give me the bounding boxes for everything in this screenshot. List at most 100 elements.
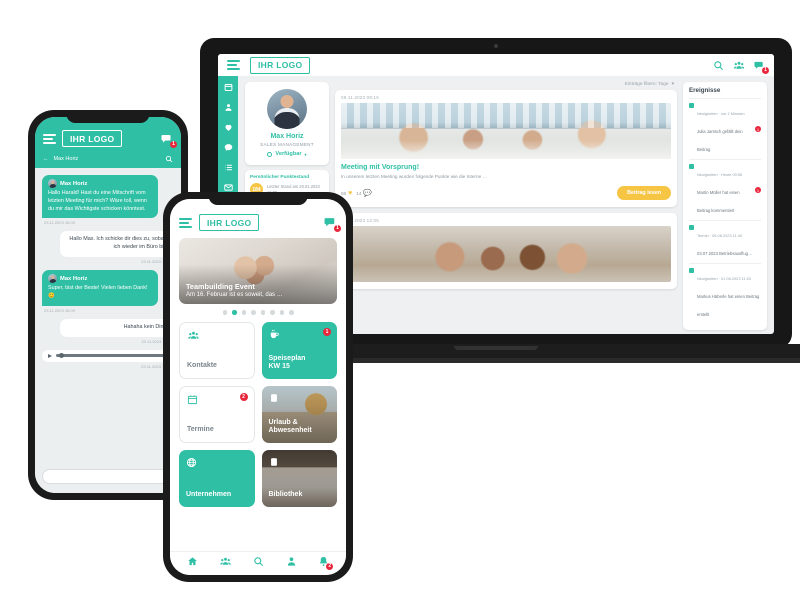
hero-carousel-slide[interactable]: Teambuilding Event Am 16. Februar ist es… xyxy=(179,238,337,304)
bell-icon[interactable]: 2 xyxy=(318,556,334,570)
carousel-dot[interactable] xyxy=(289,310,294,315)
event-text: Martin Müller hat einen Beitrag kommenti… xyxy=(697,190,740,213)
tile-speiseplan[interactable]: 1 Speiseplan KW 15 xyxy=(261,321,337,379)
chat-icon[interactable]: 1 xyxy=(324,216,341,232)
event-meta: Neuigkeiten · 01.08.2023 11:53 xyxy=(697,276,752,281)
status-label: Verfügbar xyxy=(275,151,302,158)
post-image xyxy=(341,226,671,283)
person-icon[interactable] xyxy=(286,556,297,567)
message-timestamp: 23.11.2023 15:07 xyxy=(141,259,172,265)
profile-card: Max Horiz SALES MANAGEMENT Verfügbar ▾ xyxy=(245,82,329,166)
app-logo: IHR LOGO xyxy=(62,130,123,147)
list-icon[interactable] xyxy=(224,163,233,172)
tile-label: Urlaub & Abwesenheit xyxy=(268,418,312,435)
chat-message-incoming: Max Horiz Hallo Harald! Hast du eine Mit… xyxy=(42,175,159,219)
person-icon[interactable] xyxy=(224,103,233,112)
carousel-dot[interactable] xyxy=(251,310,256,315)
carousel-dot[interactable] xyxy=(279,310,284,315)
chat-icon[interactable]: 1 xyxy=(754,60,769,74)
carousel-dot[interactable] xyxy=(260,310,265,315)
list-item[interactable]: Neuigkeiten · vor 2 Minuten Julia Jantsc… xyxy=(689,98,761,159)
event-meta: Neuigkeiten · vor 2 Minuten xyxy=(697,111,745,116)
like-counter[interactable]: 58 ♥ xyxy=(341,190,352,197)
topbar-icon-group: 1 xyxy=(713,60,769,74)
phone-notch xyxy=(66,110,150,123)
note-icon xyxy=(269,393,331,403)
chat-badge: 1 xyxy=(762,66,769,74)
post-timestamp: 09.11.2023 12:05 xyxy=(341,218,379,224)
ereignisse-heading: Ereignisse xyxy=(689,87,721,94)
hamburger-menu-icon[interactable] xyxy=(227,60,240,70)
hamburger-menu-icon[interactable] xyxy=(43,133,56,144)
status-selector[interactable]: Verfügbar ▾ xyxy=(251,151,323,157)
carousel-dot[interactable] xyxy=(270,310,275,315)
feed-column: Einträge filtern: Tage ▾ 09.11.2023 09:1… xyxy=(335,82,677,334)
voice-message-player[interactable] xyxy=(42,349,174,362)
avatar xyxy=(48,179,57,188)
carousel-dot[interactable] xyxy=(222,310,227,315)
hamburger-menu-icon[interactable] xyxy=(179,217,192,228)
mail-icon[interactable] xyxy=(223,183,233,192)
comment-counter[interactable]: 14 💬 xyxy=(356,190,372,197)
tile-termine[interactable]: 2 Termine xyxy=(179,385,255,443)
play-icon[interactable] xyxy=(48,353,52,358)
chat-message-list[interactable]: Max Horiz Hallo Harald! Hast du eine Mit… xyxy=(35,168,181,464)
search-icon[interactable] xyxy=(713,60,724,71)
tile-bibliothek[interactable]: Bibliothek xyxy=(261,449,337,507)
search-icon[interactable] xyxy=(165,155,173,163)
back-arrow-icon[interactable]: ← xyxy=(43,156,49,162)
carousel-dot[interactable] xyxy=(241,310,246,315)
post-timestamp: 09.11.2023 09:16 xyxy=(341,95,379,100)
app-tile-grid: Kontakte 1 Speiseplan KW 15 2 Termine Ur… xyxy=(179,321,337,507)
audio-progress-slider[interactable] xyxy=(56,352,168,358)
tile-label: Unternehmen xyxy=(186,491,232,499)
post-card: 09.11.2023 12:05 xyxy=(335,213,677,290)
chat-badge: 1 xyxy=(334,225,341,232)
book-icon xyxy=(269,457,331,467)
message-sender-row: Max Horiz xyxy=(48,274,152,284)
tile-kontakte[interactable]: Kontakte xyxy=(179,321,255,379)
list-item[interactable]: Termin · 05.08.2023 11:40 03.07.2023 Bet… xyxy=(689,220,761,263)
chat-bubble-icon[interactable] xyxy=(224,143,233,152)
people-group-icon[interactable] xyxy=(733,60,745,71)
device-mockup-scene: IHR LOGO 1 Max Horiz SALES MANAGEMENT Ve… xyxy=(0,0,800,600)
event-icon xyxy=(689,224,694,230)
event-meta: Neuigkeiten · Heute 09:55 xyxy=(697,172,743,177)
laptop-camera-icon xyxy=(494,44,498,48)
list-item[interactable]: Neuigkeiten · Heute 09:55 Martin Müller … xyxy=(689,159,761,220)
profile-name: Max Horiz xyxy=(270,133,304,140)
ereignisse-card: Ereignisse Neuigkeiten · vor 2 Minuten J… xyxy=(683,82,767,330)
bottom-navigation-bar: 2 xyxy=(170,551,346,575)
status-badge: 1 xyxy=(755,126,761,132)
heart-icon[interactable] xyxy=(224,123,233,132)
avatar xyxy=(267,89,307,129)
event-text: Julia Jantsch gefällt dein Beitrag xyxy=(697,129,743,152)
app-logo: IHR LOGO xyxy=(250,56,311,74)
search-icon[interactable] xyxy=(253,556,264,567)
feed-filter-label: Einträge filtern: Tage xyxy=(624,82,669,87)
post-footer: 58 ♥ 14 💬 Beitrag lesen xyxy=(341,186,671,201)
dashboard-icon[interactable] xyxy=(224,83,233,92)
feed-filter-dropdown[interactable]: Einträge filtern: Tage ▾ xyxy=(335,82,677,90)
hero-title: Teambuilding Event xyxy=(186,282,255,291)
message-sender-row: Max Horiz xyxy=(48,179,152,188)
message-timestamp: 23.11.2023 15:05 xyxy=(44,220,75,226)
chevron-down-icon: ▾ xyxy=(671,82,674,87)
tile-urlaub-abwesenheit[interactable]: Urlaub & Abwesenheit xyxy=(261,385,337,443)
read-post-button[interactable]: Beitrag lesen xyxy=(617,186,671,201)
message-input[interactable] xyxy=(42,469,181,484)
list-item[interactable]: Neuigkeiten · 01.08.2023 11:53 Markus Hä… xyxy=(689,263,761,324)
chat-badge: 1 xyxy=(170,140,177,148)
post-card: 09.11.2023 09:16 Meeting mit Vorsprung! … xyxy=(335,90,677,208)
chat-icon[interactable]: 1 xyxy=(161,133,177,148)
bell-badge: 2 xyxy=(326,563,334,570)
people-group-icon[interactable] xyxy=(219,556,232,567)
home-icon[interactable] xyxy=(187,556,198,567)
tile-label: Speiseplan KW 15 xyxy=(268,354,306,371)
carousel-dot-active[interactable] xyxy=(232,310,237,315)
avatar xyxy=(48,274,57,284)
event-icon xyxy=(689,102,694,108)
chat-message-incoming: Max Horiz Super, bist der Beste! Vielen … xyxy=(42,270,159,306)
carousel-dots[interactable] xyxy=(179,304,337,322)
tile-unternehmen[interactable]: Unternehmen xyxy=(179,449,255,507)
